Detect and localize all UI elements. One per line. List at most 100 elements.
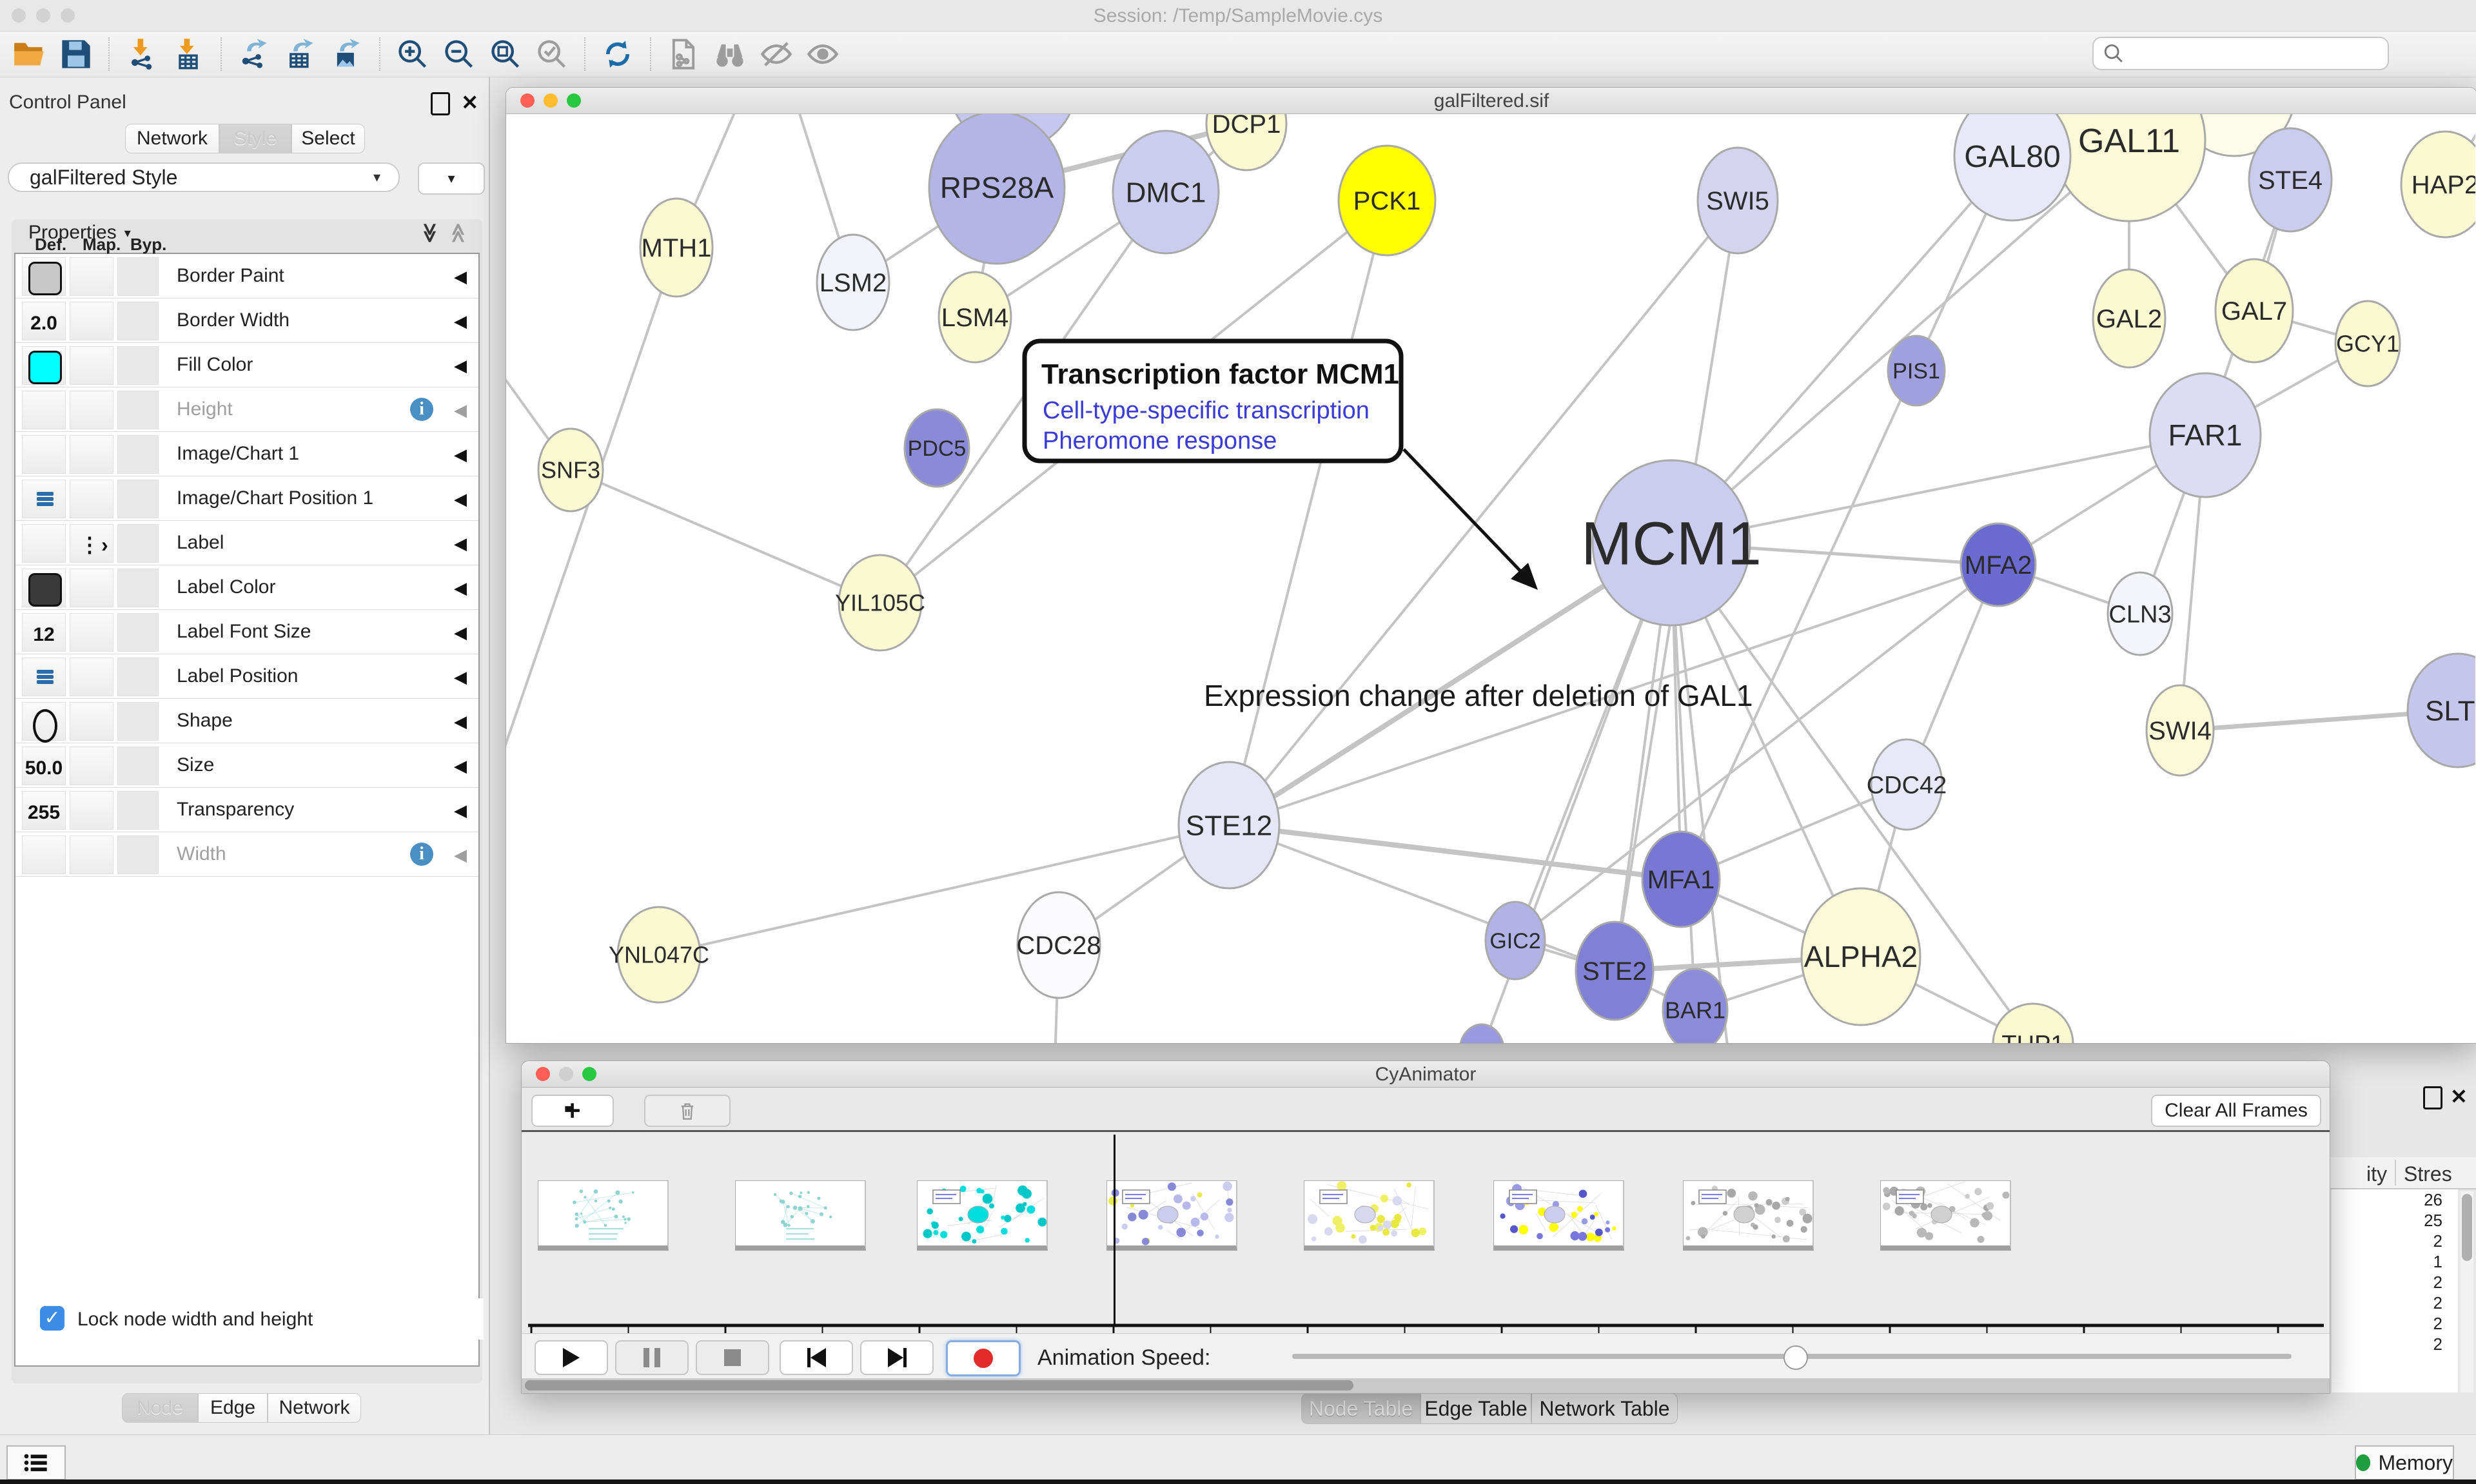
default-value-cell[interactable]: 12 <box>22 613 66 652</box>
network-canvas[interactable]: GAL11GAL80DCP1RPS28ADMC1PCK1SWI5STE4HAP2… <box>506 114 2475 1043</box>
expand-row-icon[interactable]: ◀ <box>454 356 467 376</box>
expand-row-icon[interactable]: ◀ <box>454 756 467 776</box>
tab-network[interactable]: Network <box>125 124 219 153</box>
info-icon[interactable]: i <box>410 398 433 421</box>
node-LSM2[interactable]: LSM2 <box>817 235 889 330</box>
node-SLT2[interactable]: SLT2 <box>2408 654 2475 767</box>
add-frame-button[interactable] <box>531 1095 614 1127</box>
node-MCM1[interactable]: MCM1 <box>1581 460 1762 625</box>
record-button[interactable] <box>946 1340 1021 1376</box>
default-value-cell[interactable] <box>22 480 66 518</box>
save-icon[interactable] <box>56 34 96 74</box>
property-row-border-paint[interactable]: Border Paint◀ <box>15 254 478 298</box>
node-ALPHA2[interactable]: ALPHA2 <box>1802 888 1920 1025</box>
node-GAL2[interactable]: GAL2 <box>2093 269 2165 367</box>
tab-select[interactable]: Select <box>291 124 365 153</box>
frame-thumbnail-4[interactable] <box>1304 1180 1435 1251</box>
node-CLN3[interactable]: CLN3 <box>2108 572 2172 655</box>
node-SNF3[interactable]: SNF3 <box>538 429 603 511</box>
bypass-cell[interactable] <box>117 391 159 429</box>
node-YNL047C[interactable]: YNL047C <box>609 907 709 1002</box>
skip-end-button[interactable] <box>860 1340 934 1375</box>
property-row-label-position[interactable]: Label Position◀ <box>15 654 478 699</box>
default-value-cell[interactable] <box>22 702 66 741</box>
lock-checkbox[interactable]: ✓ <box>40 1306 64 1331</box>
node-MFA2[interactable]: MFA2 <box>1961 523 2036 606</box>
node-CDC28[interactable]: CDC28 <box>1016 892 1101 998</box>
tab-network-table[interactable]: Network Table <box>1531 1393 1678 1424</box>
expand-row-icon[interactable]: ◀ <box>454 667 467 687</box>
table-row[interactable]: 2 <box>2332 1272 2458 1293</box>
close-table-panel-icon[interactable]: ✕ <box>2450 1084 2468 1109</box>
mapping-cell[interactable] <box>70 302 113 340</box>
cyanimator-scrollbar[interactable] <box>522 1378 2330 1393</box>
tab-node[interactable]: Node <box>122 1393 198 1423</box>
bypass-cell[interactable] <box>117 257 159 296</box>
table-row[interactable]: 2 <box>2332 1293 2458 1313</box>
node-GAL7[interactable]: GAL7 <box>2216 259 2293 362</box>
property-row-transparency[interactable]: 255Transparency◀ <box>15 788 478 832</box>
node-CDC42[interactable]: CDC42 <box>1867 739 1947 830</box>
cyanimator-titlebar[interactable]: CyAnimator <box>522 1061 2330 1088</box>
mapping-cell[interactable] <box>70 346 113 385</box>
bypass-cell[interactable] <box>117 658 159 696</box>
frame-thumbnail-2[interactable] <box>917 1180 1048 1251</box>
bypass-cell[interactable] <box>117 747 159 785</box>
property-row-label-font-size[interactable]: 12Label Font Size◀ <box>15 610 478 654</box>
default-value-cell[interactable] <box>22 391 66 429</box>
node-GIC2[interactable]: GIC2 <box>1486 902 1545 979</box>
frame-thumbnail-3[interactable] <box>1106 1180 1237 1251</box>
expand-row-icon[interactable]: ◀ <box>454 267 467 287</box>
hide-selected-icon[interactable] <box>756 34 796 74</box>
show-panels-button[interactable] <box>6 1445 66 1480</box>
refresh-layout-icon[interactable] <box>598 34 638 74</box>
column-divider[interactable] <box>2395 1160 2396 1186</box>
bypass-cell[interactable] <box>117 524 159 563</box>
property-row-height[interactable]: Heighti◀ <box>15 387 478 432</box>
info-icon[interactable]: i <box>410 843 433 866</box>
mapping-cell[interactable] <box>70 835 113 874</box>
property-row-border-width[interactable]: 2.0Border Width◀ <box>15 298 478 343</box>
node-YIL105C[interactable]: YIL105C <box>835 555 925 650</box>
cyanimator-timeline[interactable]: 0123456789Seconds <box>522 1132 2330 1333</box>
zoom-out-icon[interactable] <box>439 34 479 74</box>
node-STE2[interactable]: STE2 <box>1576 922 1653 1020</box>
bypass-cell[interactable] <box>117 435 159 474</box>
zoom-selected-icon[interactable] <box>532 34 572 74</box>
bypass-cell[interactable] <box>117 302 159 340</box>
timeline-playhead[interactable] <box>1114 1135 1115 1325</box>
tab-network[interactable]: Network <box>268 1393 361 1423</box>
mapping-cell[interactable] <box>70 702 113 741</box>
frame-thumbnail-1[interactable] <box>735 1180 866 1251</box>
skip-start-button[interactable] <box>780 1340 853 1375</box>
mapping-cell[interactable] <box>70 791 113 830</box>
bypass-cell[interactable] <box>117 835 159 874</box>
speed-slider-handle[interactable] <box>1783 1345 1808 1370</box>
default-value-cell[interactable] <box>22 658 66 696</box>
node-DMC1[interactable]: DMC1 <box>1113 131 1219 253</box>
table-row[interactable]: 26 <box>2332 1189 2458 1210</box>
mapping-cell[interactable] <box>70 257 113 296</box>
float-table-panel-icon[interactable] <box>2423 1084 2442 1109</box>
property-row-image-chart-1[interactable]: Image/Chart 1◀ <box>15 432 478 476</box>
node-PIS1[interactable]: PIS1 <box>1888 336 1945 405</box>
expand-row-icon[interactable]: ◀ <box>454 623 467 643</box>
default-value-cell[interactable] <box>22 346 66 385</box>
bypass-cell[interactable] <box>117 702 159 741</box>
mapping-cell[interactable] <box>70 435 113 474</box>
property-row-size[interactable]: 50.0Size◀ <box>15 743 478 788</box>
export-network-icon[interactable] <box>234 34 274 74</box>
default-value-cell[interactable]: 50.0 <box>22 747 66 785</box>
node-SWI4[interactable]: SWI4 <box>2147 685 2214 776</box>
expand-row-icon[interactable]: ◀ <box>454 445 467 465</box>
import-network-icon[interactable] <box>122 34 162 74</box>
mapping-cell[interactable] <box>70 658 113 696</box>
delete-frame-button[interactable] <box>644 1095 731 1127</box>
expand-row-icon[interactable]: ◀ <box>454 801 467 821</box>
node-LSM4[interactable]: LSM4 <box>939 272 1011 362</box>
bypass-cell[interactable] <box>117 613 159 652</box>
memory-button[interactable]: Memory <box>2355 1445 2454 1480</box>
property-row-image-chart-position-1[interactable]: Image/Chart Position 1◀ <box>15 476 478 521</box>
frame-thumbnail-6[interactable] <box>1683 1180 1814 1251</box>
tab-edge-table[interactable]: Edge Table <box>1420 1393 1531 1424</box>
